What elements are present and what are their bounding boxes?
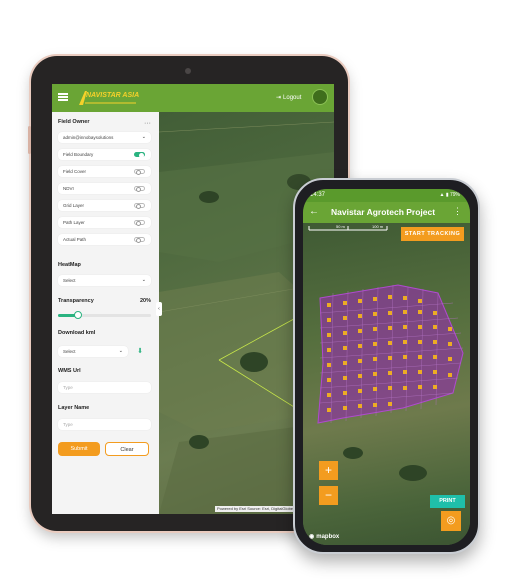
phone-device: 14:37 ▲ ▮ 79% ← Navistar Agrotech Projec… (293, 178, 480, 554)
download-label: Download kml (58, 330, 96, 336)
layer-toggle[interactable] (134, 169, 145, 175)
layer-item: Grid Layer (58, 200, 151, 211)
layer-item: Field Boundary (58, 149, 151, 160)
status-bar: 14:37 ▲ ▮ 79% (303, 189, 470, 202)
layer-name-input[interactable]: Type (58, 419, 151, 430)
back-arrow-icon[interactable]: ← (309, 206, 319, 217)
phone-screen: 14:37 ▲ ▮ 79% ← Navistar Agrotech Projec… (303, 189, 470, 545)
status-battery: ▲ ▮ 79% (440, 192, 461, 198)
transparency-value: 20% (140, 298, 152, 304)
heatmap-select[interactable]: Select ⌄ (58, 275, 151, 286)
submit-button[interactable]: Submit (58, 442, 100, 456)
layer-item: Path Layer (58, 217, 151, 228)
more-vert-icon[interactable]: ⋮ (453, 206, 462, 217)
transparency-slider[interactable] (58, 311, 151, 319)
field-owner-select[interactable]: admin@innobaysolutions ⌄ (58, 132, 151, 143)
menu-icon[interactable] (58, 93, 68, 101)
layer-label: NDVI (63, 186, 74, 191)
layer-toggle[interactable] (134, 220, 145, 226)
app-bar: ← Navistar Agrotech Project ⋮ (303, 202, 470, 223)
locate-icon[interactable]: ◎ (441, 511, 461, 531)
mapbox-icon: ◉ (309, 534, 315, 540)
layer-toggle[interactable] (134, 237, 145, 243)
field-owner-value: admin@innobaysolutions (63, 135, 114, 140)
layer-item: Field Cover (58, 166, 151, 177)
layer-item: NDVI (58, 183, 151, 194)
zoom-out-button[interactable]: − (319, 486, 338, 505)
download-select-value: Select (63, 349, 76, 354)
heatmap-label: HeatMap (58, 262, 81, 268)
chevron-down-icon: ⌄ (141, 134, 146, 140)
layer-toggle[interactable] (134, 152, 145, 158)
battery-level: 79% (449, 192, 460, 198)
download-icon[interactable]: ⬇ (134, 346, 146, 358)
layer-toggle[interactable] (134, 186, 145, 192)
chevron-down-icon: ⌄ (141, 277, 146, 283)
logout-label: Logout (283, 94, 302, 101)
layer-label: Field Cover (63, 169, 87, 174)
tablet-camera (185, 68, 191, 74)
tablet-side-button (28, 126, 31, 154)
print-button[interactable]: PRINT (430, 495, 465, 508)
wms-label: WMS Url (58, 368, 81, 374)
zoom-in-button[interactable]: + (319, 461, 338, 480)
page-title: Navistar Agrotech Project (331, 207, 436, 217)
layer-label: Grid Layer (63, 203, 85, 208)
status-time: 14:37 (310, 192, 326, 198)
logout-icon: ⇥ (276, 95, 282, 101)
layer-name-placeholder: Type (63, 422, 73, 427)
mapbox-logo: ◉ mapbox (309, 533, 340, 541)
layer-label: Field Boundary (63, 152, 94, 157)
download-select[interactable]: Select ⌄ (58, 346, 128, 357)
brand-name: NAVISTAR ASIA (86, 92, 140, 99)
layer-label: Path Layer (63, 220, 85, 225)
more-icon[interactable]: ··· (144, 120, 151, 127)
tablet-screen: NAVISTAR ASIA ⇥ Logout Field Owner ··· a… (52, 84, 334, 514)
wms-placeholder: Type (63, 385, 73, 390)
signal-icon: ▲ ▮ (439, 192, 450, 198)
mapbox-label: mapbox (316, 533, 340, 540)
layer-panel: Field Owner ··· admin@innobaysolutions ⌄… (52, 112, 159, 514)
field-owner-label: Field Owner (58, 119, 90, 125)
phone-map[interactable]: 50 m 100 m START TRACKING + − PRINT ◎ ◉ … (303, 223, 470, 545)
transparency-label: Transparency (58, 298, 94, 304)
layer-item: Actual Path (58, 234, 151, 245)
logout-link[interactable]: ⇥ Logout (276, 94, 302, 102)
slider-handle[interactable] (74, 311, 82, 319)
wms-url-input[interactable]: Type (58, 382, 151, 393)
chevron-down-icon: ⌄ (118, 348, 123, 354)
clear-button[interactable]: Clear (105, 442, 149, 456)
brand-logo: NAVISTAR ASIA (76, 89, 140, 107)
layer-toggle[interactable] (134, 203, 145, 209)
heatmap-select-value: Select (63, 278, 76, 283)
layer-name-label: Layer Name (58, 405, 90, 411)
app-header: NAVISTAR ASIA ⇥ Logout (52, 84, 334, 112)
layer-label: Actual Path (63, 237, 87, 242)
collapse-panel-icon[interactable]: ‹ (156, 302, 162, 316)
avatar[interactable] (312, 89, 328, 105)
